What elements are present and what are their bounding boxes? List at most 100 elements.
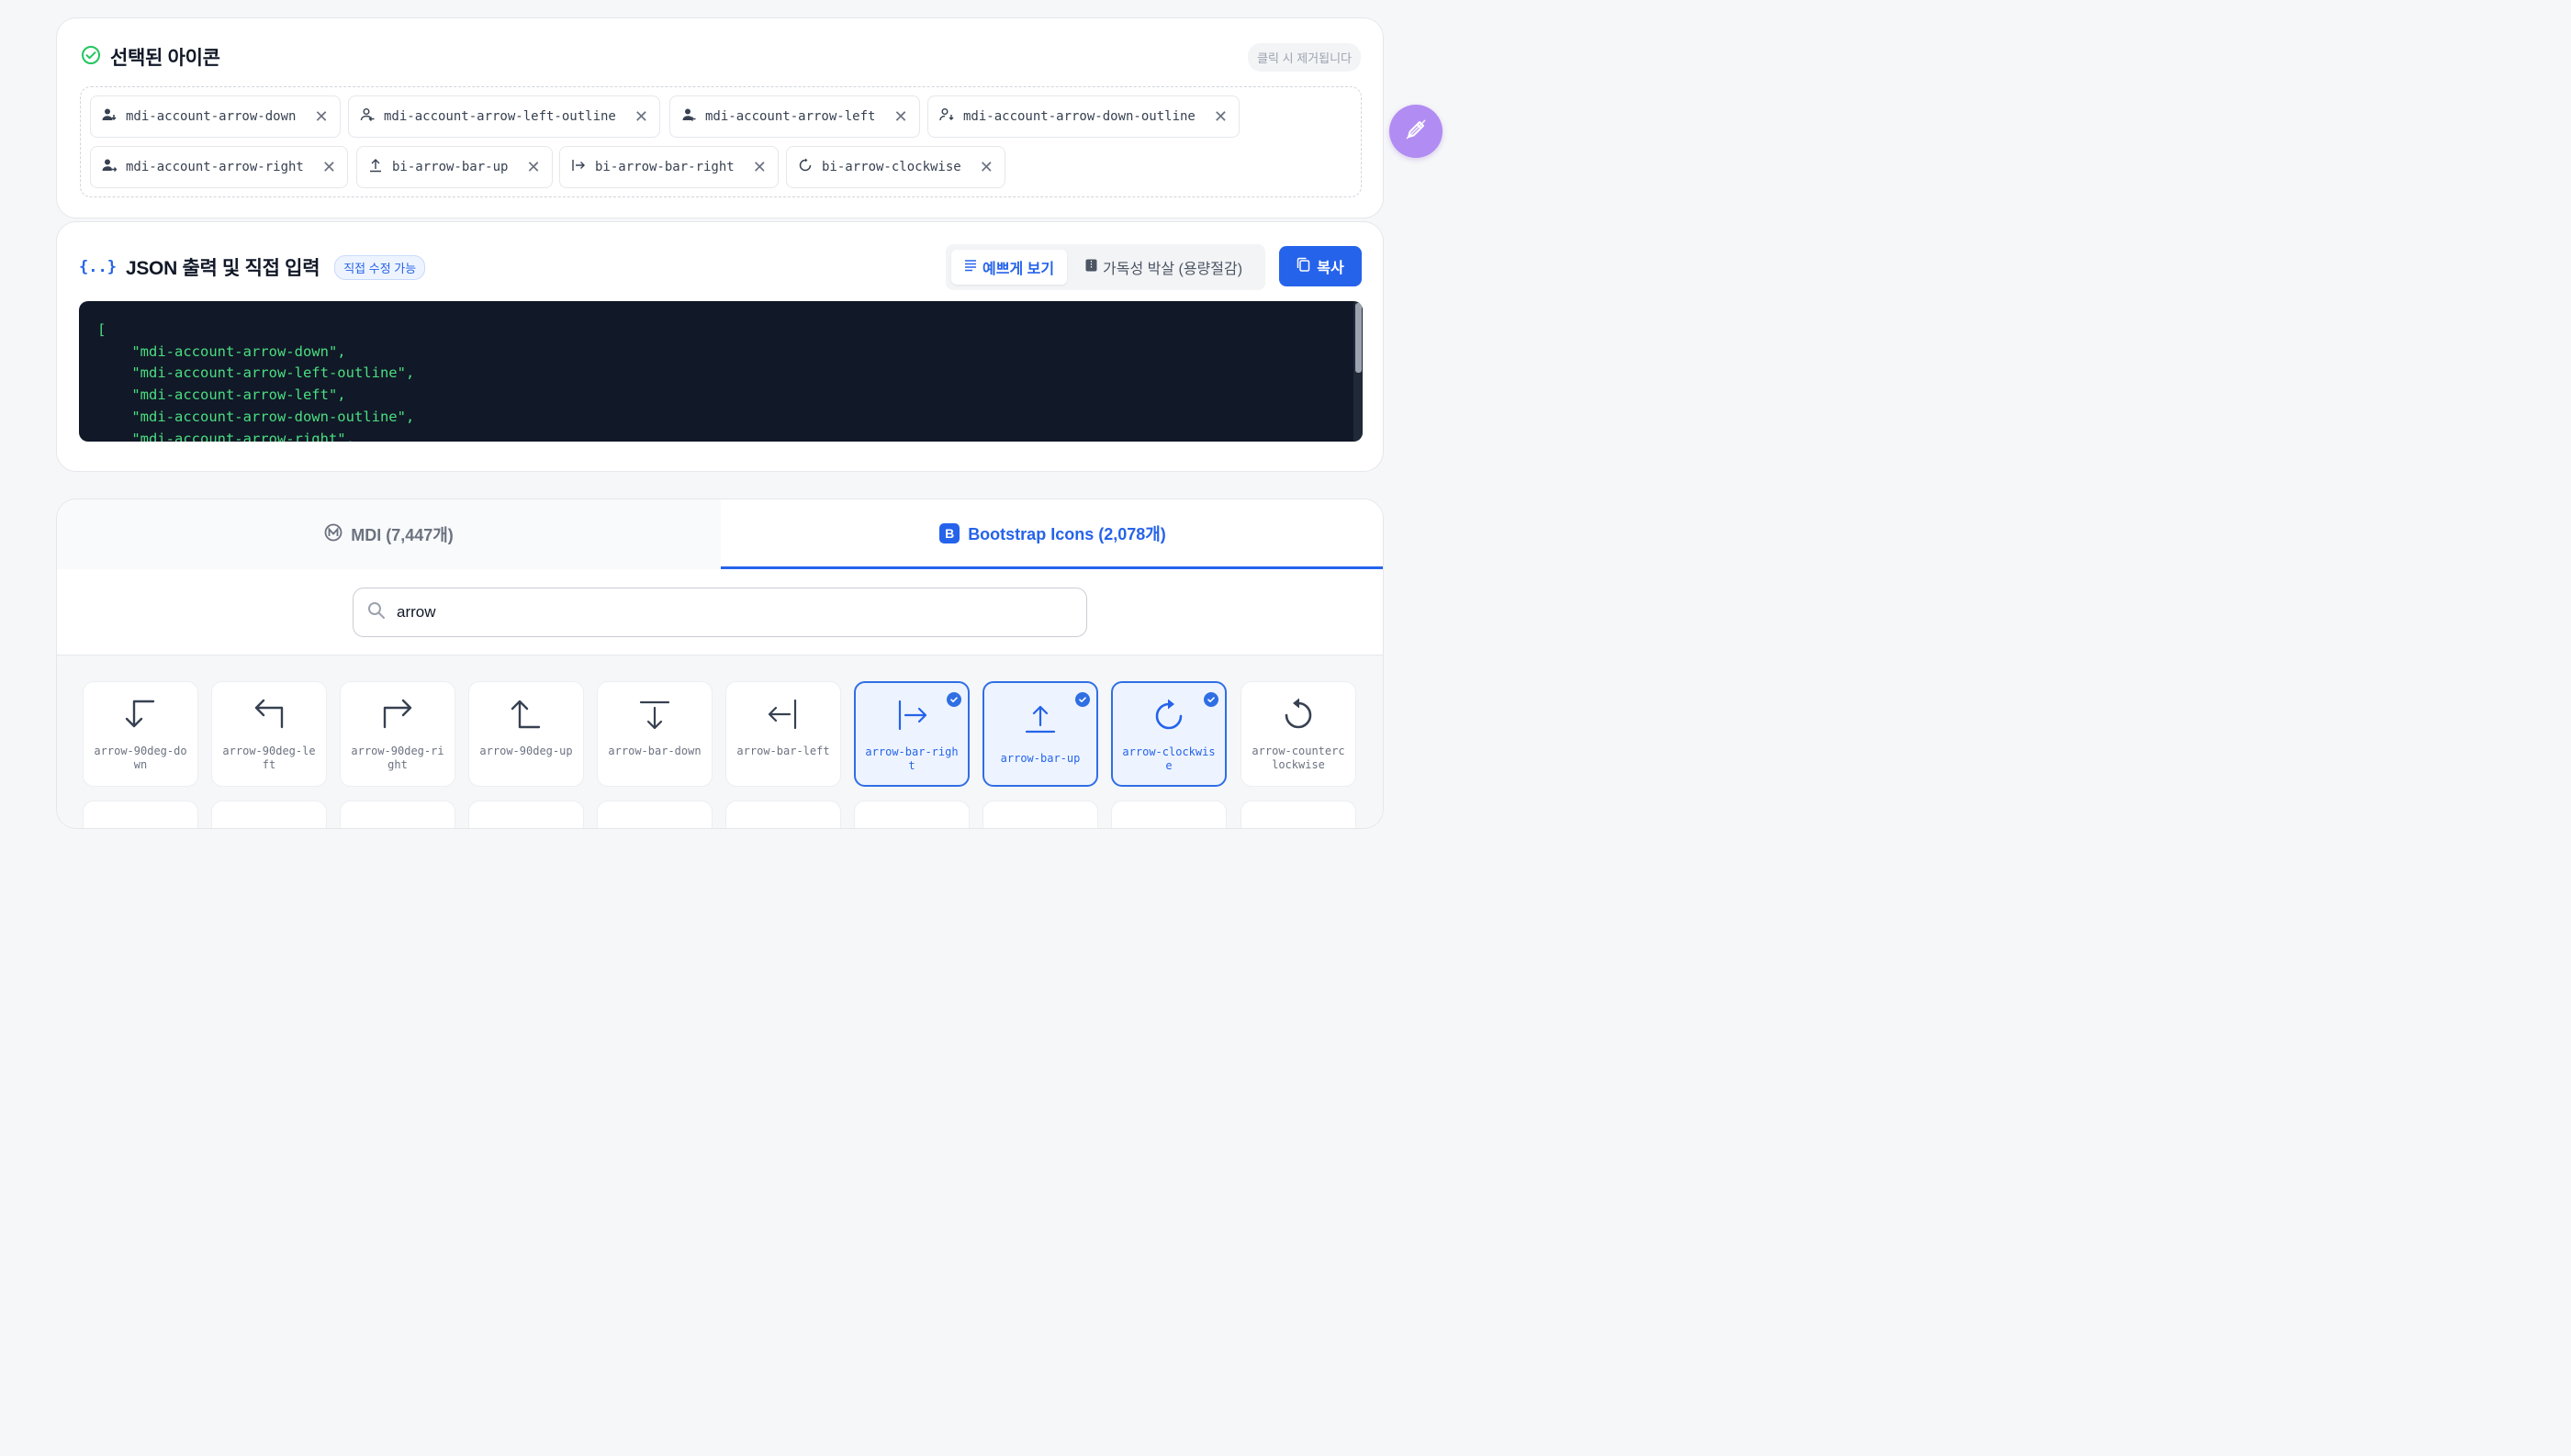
icon-tile[interactable] bbox=[854, 801, 970, 828]
icon-tile[interactable]: arrow-90deg-up bbox=[468, 681, 584, 787]
icon-tile[interactable] bbox=[468, 801, 584, 828]
icon-tile-label: arrow-clockwise bbox=[1122, 745, 1216, 772]
icon-tile[interactable] bbox=[597, 801, 713, 828]
text-lines-icon bbox=[964, 259, 977, 276]
arrow-90deg-up-icon bbox=[469, 697, 583, 732]
close-icon[interactable]: ✕ bbox=[322, 158, 336, 177]
chip-label: bi-arrow-bar-up bbox=[392, 160, 509, 174]
close-icon[interactable]: ✕ bbox=[980, 158, 994, 177]
bootstrap-logo-icon: B bbox=[939, 522, 960, 543]
icon-library-card: MDI (7,447개) B Bootstrap Icons (2,078개) … bbox=[56, 498, 1384, 829]
selected-chip[interactable]: bi-arrow-bar-right ✕ bbox=[559, 146, 779, 188]
icon-tile-selected[interactable]: arrow-bar-up bbox=[982, 681, 1098, 787]
search-area bbox=[57, 569, 1383, 655]
remove-hint-badge: 클릭 시 제거됩니다 bbox=[1248, 43, 1361, 72]
selected-chip[interactable]: mdi-account-arrow-right ✕ bbox=[90, 146, 348, 188]
icon-tile[interactable] bbox=[982, 801, 1098, 828]
arrow-bar-up-icon bbox=[368, 158, 383, 176]
icon-tile-label: arrow-bar-right bbox=[865, 745, 959, 772]
selected-chip[interactable]: bi-arrow-bar-up ✕ bbox=[356, 146, 553, 188]
icon-tile[interactable]: arrow-bar-left bbox=[725, 681, 841, 787]
library-tabs: MDI (7,447개) B Bootstrap Icons (2,078개) bbox=[57, 499, 1383, 569]
json-editor[interactable]: [ "mdi-account-arrow-down", "mdi-account… bbox=[79, 301, 1363, 442]
chip-label: mdi-account-arrow-down bbox=[126, 109, 297, 124]
selected-chip[interactable]: bi-arrow-clockwise ✕ bbox=[786, 146, 1005, 188]
account-arrow-left-outline-icon bbox=[360, 107, 375, 126]
editor-scrollbar-thumb[interactable] bbox=[1355, 303, 1362, 373]
arrow-90deg-left-icon bbox=[212, 697, 326, 732]
search-icon bbox=[367, 601, 386, 624]
pretty-view-button[interactable]: 예쁘게 보기 bbox=[951, 250, 1068, 285]
search-box[interactable] bbox=[353, 588, 1087, 637]
copy-icon bbox=[1297, 257, 1310, 276]
icon-tile-label: arrow-90deg-down bbox=[94, 745, 187, 771]
close-icon[interactable]: ✕ bbox=[893, 107, 907, 127]
selected-chip[interactable]: mdi-account-arrow-down ✕ bbox=[90, 95, 341, 138]
icon-tile[interactable]: arrow-90deg-down bbox=[83, 681, 198, 787]
arrow-bar-left-icon bbox=[726, 697, 840, 732]
icon-tile[interactable] bbox=[340, 801, 455, 828]
account-arrow-left-icon bbox=[681, 107, 696, 126]
chip-label: mdi-account-arrow-right bbox=[126, 160, 304, 174]
pencil-icon bbox=[1404, 118, 1428, 146]
selected-chip[interactable]: mdi-account-arrow-left ✕ bbox=[669, 95, 920, 138]
json-title: JSON 출력 및 직접 입력 bbox=[125, 258, 320, 279]
icon-tile-selected[interactable]: arrow-clockwise bbox=[1111, 681, 1227, 787]
icon-tile[interactable] bbox=[1111, 801, 1227, 828]
view-mode-toggle: 예쁘게 보기 가독성 박살 (용량절감) bbox=[946, 244, 1265, 290]
braces-icon: {..} bbox=[79, 258, 117, 276]
close-icon[interactable]: ✕ bbox=[1214, 107, 1228, 127]
account-arrow-right-icon bbox=[102, 158, 118, 176]
arrow-bar-up-icon bbox=[984, 703, 1096, 734]
edit-fab-button[interactable] bbox=[1389, 105, 1443, 158]
copy-label: 복사 bbox=[1317, 261, 1344, 276]
icon-grid: arrow-90deg-down arrow-90deg-left arrow-… bbox=[57, 655, 1383, 828]
tab-mdi[interactable]: MDI (7,447개) bbox=[57, 499, 721, 569]
copy-button[interactable]: 복사 bbox=[1279, 246, 1362, 286]
icon-tile[interactable] bbox=[725, 801, 841, 828]
zip-file-icon bbox=[1085, 259, 1097, 276]
icon-tile[interactable] bbox=[83, 801, 198, 828]
icon-tile-label: arrow-bar-down bbox=[608, 745, 702, 757]
selected-chip[interactable]: mdi-account-arrow-down-outline ✕ bbox=[927, 95, 1240, 138]
tab-bootstrap-label: Bootstrap Icons (2,078개) bbox=[968, 524, 1166, 543]
check-circle-icon bbox=[81, 45, 101, 70]
icon-tile[interactable]: arrow-counterclockwise bbox=[1241, 681, 1356, 787]
chip-label: mdi-account-arrow-left bbox=[705, 109, 876, 124]
chip-label: bi-arrow-clockwise bbox=[822, 160, 961, 174]
selected-icons-title: 선택된 아이콘 bbox=[110, 48, 220, 69]
arrow-bar-down-icon bbox=[598, 697, 712, 732]
icon-tile[interactable]: arrow-bar-down bbox=[597, 681, 713, 787]
close-icon[interactable]: ✕ bbox=[526, 158, 540, 177]
minify-view-button[interactable]: 가독성 박살 (용량절감) bbox=[1072, 250, 1255, 285]
icon-tile[interactable]: arrow-90deg-left bbox=[211, 681, 327, 787]
icon-tile[interactable] bbox=[211, 801, 327, 828]
icon-tile-selected[interactable]: arrow-bar-right bbox=[854, 681, 970, 787]
json-code-text[interactable]: [ "mdi-account-arrow-down", "mdi-account… bbox=[97, 319, 414, 442]
close-icon[interactable]: ✕ bbox=[634, 107, 648, 127]
account-arrow-down-icon bbox=[102, 107, 117, 126]
close-icon[interactable]: ✕ bbox=[314, 107, 328, 127]
editable-badge: 직접 수정 가능 bbox=[334, 254, 426, 280]
selected-chip[interactable]: mdi-account-arrow-left-outline ✕ bbox=[348, 95, 660, 138]
chip-label: bi-arrow-bar-right bbox=[595, 160, 735, 174]
arrow-90deg-down-icon bbox=[84, 697, 197, 732]
minify-view-label: 가독성 박살 (용량절감) bbox=[1103, 262, 1243, 277]
selected-icons-header: 선택된 아이콘 bbox=[81, 43, 220, 71]
icon-tile-label: arrow-90deg-up bbox=[479, 745, 573, 757]
account-arrow-down-outline-icon bbox=[939, 107, 954, 126]
icon-tile[interactable] bbox=[1241, 801, 1356, 828]
check-badge-icon bbox=[1075, 692, 1090, 707]
editor-scrollbar[interactable] bbox=[1353, 301, 1363, 442]
selected-icons-card: 선택된 아이콘 클릭 시 제거됩니다 mdi-account-arrow-dow… bbox=[56, 17, 1384, 218]
search-input[interactable] bbox=[397, 603, 1039, 622]
icon-tile[interactable]: arrow-90deg-right bbox=[340, 681, 455, 787]
icon-tile-label: arrow-90deg-left bbox=[222, 745, 316, 771]
close-icon[interactable]: ✕ bbox=[753, 158, 767, 177]
pretty-view-label: 예쁘게 보기 bbox=[982, 262, 1055, 277]
icon-tile-label: arrow-bar-left bbox=[736, 745, 830, 757]
chip-label: mdi-account-arrow-down-outline bbox=[963, 109, 1196, 124]
selected-chips-area: mdi-account-arrow-down ✕ mdi-account-arr… bbox=[80, 86, 1362, 197]
icon-tile-label: arrow-90deg-right bbox=[351, 745, 444, 771]
tab-bootstrap[interactable]: B Bootstrap Icons (2,078개) bbox=[721, 499, 1383, 569]
